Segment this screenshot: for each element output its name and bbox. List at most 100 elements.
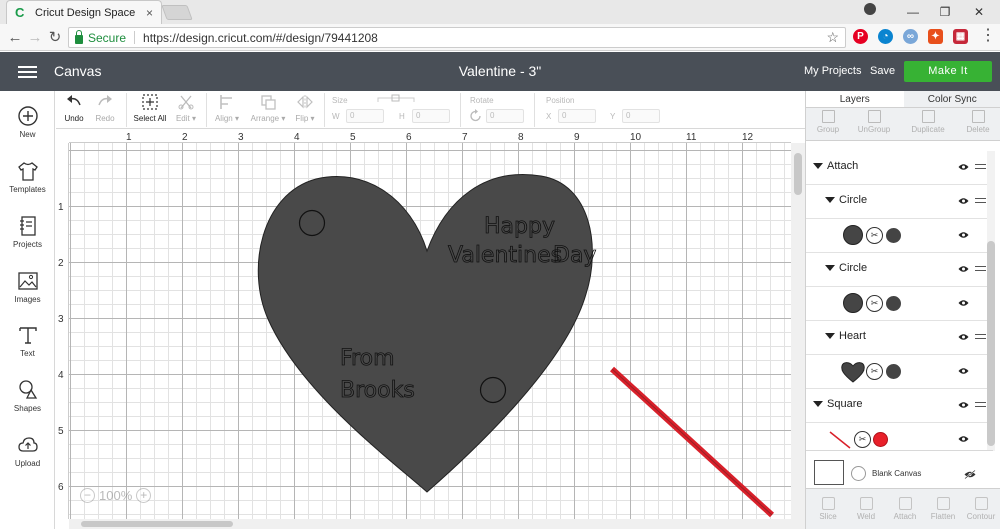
sidebar-item-upload[interactable]: Upload	[0, 430, 55, 478]
sidebar-item-shapes[interactable]: Shapes	[0, 375, 55, 423]
eye-icon[interactable]	[958, 265, 969, 273]
eye-icon[interactable]	[958, 401, 969, 409]
url-bar[interactable]: Secure https://design.cricut.com/#/desig…	[68, 27, 846, 48]
weld-button[interactable]: Weld	[854, 497, 878, 521]
caret-down-icon[interactable]	[825, 265, 835, 271]
linetype-cut-icon[interactable]: ✂	[854, 431, 871, 448]
bookmark-star-icon[interactable]: ☆	[826, 29, 839, 46]
link-extension-icon[interactable]: ∞	[903, 29, 918, 44]
drag-handle-icon[interactable]	[975, 164, 986, 169]
layers-scrollbar[interactable]	[987, 151, 995, 451]
browser-menu-icon[interactable]: ⋮	[980, 28, 996, 44]
tab-color-sync[interactable]: Color Sync	[903, 91, 1000, 108]
linetype-cut-icon[interactable]: ✂	[866, 295, 883, 312]
tab-close-icon[interactable]: ×	[146, 6, 153, 20]
layer-row-square[interactable]: Square	[806, 389, 993, 423]
minimize-button[interactable]: —	[896, 0, 930, 24]
caret-down-icon[interactable]	[825, 197, 835, 203]
x-input[interactable]: 0	[558, 109, 596, 123]
back-arrow-icon[interactable]: ←	[6, 29, 24, 46]
size-lock-icon[interactable]	[376, 92, 416, 104]
eye-icon[interactable]	[958, 367, 969, 375]
drag-handle-icon[interactable]	[975, 266, 986, 271]
layer-row-heart-item[interactable]: ✂	[806, 355, 993, 389]
eye-icon[interactable]	[958, 231, 969, 239]
horizontal-scroll-thumb[interactable]	[81, 521, 233, 527]
blank-canvas-swatch[interactable]	[814, 460, 844, 485]
edit-dropdown[interactable]: Edit ▾	[173, 93, 199, 123]
linetype-cut-icon[interactable]: ✂	[866, 227, 883, 244]
group-button[interactable]: Group	[814, 110, 842, 134]
text-brooks[interactable]: Brooks	[340, 378, 416, 404]
layer-row-circle-item[interactable]: ✂	[806, 287, 993, 321]
layer-row-circle-item[interactable]: ✂	[806, 219, 993, 253]
drag-handle-icon[interactable]	[975, 402, 986, 407]
new-tab-button[interactable]	[161, 5, 193, 20]
layer-row-circle[interactable]: Circle	[806, 185, 993, 219]
red-extension-icon[interactable]: ✦	[928, 29, 943, 44]
ungroup-button[interactable]: UnGroup	[854, 110, 894, 134]
drag-handle-icon[interactable]	[975, 198, 986, 203]
drag-handle-icon[interactable]	[975, 334, 986, 339]
browser-tab[interactable]: C Cricut Design Space ×	[6, 0, 162, 24]
color-swatch[interactable]	[886, 228, 901, 243]
blue-extension-icon[interactable]: ◔	[878, 29, 893, 44]
height-input[interactable]: 0	[412, 109, 450, 123]
blank-canvas-row[interactable]: Blank Canvas	[806, 450, 993, 488]
calendar-extension-icon[interactable]: ▦	[953, 29, 968, 44]
forward-arrow-icon[interactable]: →	[26, 29, 44, 46]
rotate-input[interactable]: 0	[486, 109, 524, 123]
arrange-dropdown[interactable]: Arrange ▾	[249, 93, 287, 123]
eye-icon[interactable]	[958, 333, 969, 341]
profile-icon[interactable]	[864, 3, 876, 15]
sidebar-item-new[interactable]: New	[0, 101, 55, 149]
close-window-button[interactable]: ✕	[962, 0, 996, 24]
text-day[interactable]: Day	[553, 243, 597, 269]
caret-down-icon[interactable]	[825, 333, 835, 339]
layer-row-circle[interactable]: Circle	[806, 253, 993, 287]
eye-icon[interactable]	[958, 197, 969, 205]
align-dropdown[interactable]: Align ▾	[212, 93, 242, 123]
text-happy[interactable]: Happy	[484, 214, 556, 240]
caret-down-icon[interactable]	[813, 163, 823, 169]
canvas-color-picker[interactable]	[851, 466, 866, 481]
sidebar-item-images[interactable]: Images	[0, 266, 55, 314]
sidebar-item-templates[interactable]: Templates	[0, 156, 55, 204]
zoom-in-button[interactable]: +	[136, 488, 152, 503]
horizontal-scrollbar[interactable]	[69, 519, 791, 529]
pinterest-extension-icon[interactable]: P	[853, 29, 868, 44]
layer-row-heart[interactable]: Heart	[806, 321, 993, 355]
text-valentines[interactable]: Valentines	[448, 243, 563, 269]
duplicate-button[interactable]: Duplicate	[906, 110, 950, 134]
delete-button[interactable]: Delete	[962, 110, 994, 134]
maximize-button[interactable]: ❐	[928, 0, 962, 24]
layer-row-attach[interactable]: Attach	[806, 151, 993, 185]
reload-icon[interactable]: ↻	[46, 29, 64, 46]
slice-button[interactable]: Slice	[816, 497, 840, 521]
flatten-button[interactable]: Flatten	[928, 497, 958, 521]
eye-icon[interactable]	[958, 435, 969, 443]
vertical-scrollbar[interactable]	[791, 143, 805, 529]
my-projects-link[interactable]: My Projects	[804, 65, 861, 77]
eye-hidden-icon[interactable]	[964, 470, 976, 479]
select-all-button[interactable]: Select All	[132, 93, 168, 123]
vertical-scroll-thumb[interactable]	[794, 153, 802, 195]
save-button[interactable]: Save	[870, 65, 895, 77]
color-swatch-red[interactable]	[873, 432, 888, 447]
make-it-button[interactable]: Make It	[904, 61, 992, 82]
url-text[interactable]: https://design.cricut.com/#/design/79441…	[143, 31, 826, 45]
layers-scroll-thumb[interactable]	[987, 241, 995, 446]
color-swatch[interactable]	[886, 296, 901, 311]
hamburger-menu-icon[interactable]	[18, 66, 37, 78]
sidebar-item-projects[interactable]: Projects	[0, 211, 55, 259]
width-input[interactable]: 0	[346, 109, 384, 123]
eye-icon[interactable]	[958, 299, 969, 307]
flip-dropdown[interactable]: Flip ▾	[293, 93, 317, 123]
contour-button[interactable]: Contour	[964, 497, 998, 521]
attach-button[interactable]: Attach	[890, 497, 920, 521]
linetype-cut-icon[interactable]: ✂	[866, 363, 883, 380]
zoom-out-button[interactable]: −	[80, 488, 95, 503]
y-input[interactable]: 0	[622, 109, 660, 123]
redo-button[interactable]: Redo	[93, 93, 117, 123]
text-from[interactable]: From	[340, 346, 395, 372]
